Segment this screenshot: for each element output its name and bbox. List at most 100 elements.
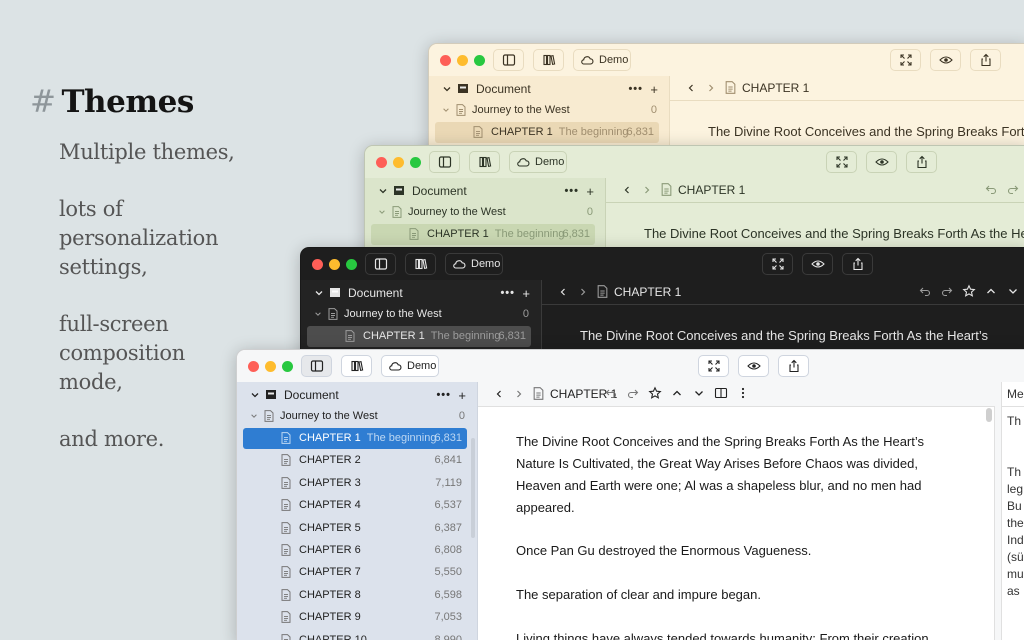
share-button[interactable] bbox=[970, 49, 1001, 71]
back-arrow-icon[interactable] bbox=[622, 185, 632, 195]
book-row[interactable]: Journey to the West 0 bbox=[237, 405, 477, 427]
chapter-row[interactable]: CHAPTER 9 7,053 bbox=[237, 606, 477, 628]
more-button[interactable]: ••• bbox=[500, 287, 515, 299]
preview-button[interactable] bbox=[738, 355, 769, 377]
library-button[interactable] bbox=[405, 253, 436, 275]
chapter-row[interactable]: CHAPTER 1 The beginning 6,831 bbox=[237, 427, 477, 449]
library-button[interactable] bbox=[341, 355, 372, 377]
document-row[interactable]: Document ••• + bbox=[301, 282, 541, 304]
demo-library-button[interactable]: Demo bbox=[573, 49, 631, 71]
document-row[interactable]: Document ••• + bbox=[237, 384, 477, 406]
more-button[interactable]: ••• bbox=[436, 389, 451, 401]
zoom-window-button[interactable] bbox=[410, 157, 421, 168]
expand-icon bbox=[707, 359, 721, 373]
share-button[interactable] bbox=[842, 253, 873, 275]
minimize-window-button[interactable] bbox=[393, 157, 404, 168]
zoom-window-button[interactable] bbox=[282, 361, 293, 372]
add-button[interactable]: + bbox=[458, 388, 466, 403]
fullscreen-button[interactable] bbox=[762, 253, 793, 275]
star-icon[interactable] bbox=[962, 284, 976, 298]
close-window-button[interactable] bbox=[440, 55, 451, 66]
chevron-down-icon[interactable] bbox=[692, 386, 706, 400]
chapter-row[interactable]: CHAPTER 5 6,387 bbox=[237, 517, 477, 539]
forward-arrow-icon[interactable] bbox=[706, 83, 716, 93]
share-button[interactable] bbox=[778, 355, 809, 377]
undo-icon[interactable] bbox=[918, 284, 932, 298]
minimize-window-button[interactable] bbox=[265, 361, 276, 372]
forward-arrow-icon[interactable] bbox=[578, 287, 588, 297]
editor-page[interactable]: The Divine Root Conceives and the Spring… bbox=[478, 406, 995, 640]
close-window-button[interactable] bbox=[312, 259, 323, 270]
page-icon bbox=[661, 183, 672, 196]
chapter-row[interactable]: CHAPTER 1 The beginning 6,831 bbox=[301, 325, 541, 347]
back-arrow-icon[interactable] bbox=[494, 389, 504, 399]
sidebar-toggle-button[interactable] bbox=[493, 49, 524, 71]
fullscreen-button[interactable] bbox=[890, 49, 921, 71]
forward-arrow-icon[interactable] bbox=[514, 389, 524, 399]
book-row[interactable]: Journey to the West 0 bbox=[365, 201, 605, 223]
preview-button[interactable] bbox=[930, 49, 961, 71]
sidebar-scrollbar[interactable] bbox=[471, 438, 475, 538]
back-arrow-icon[interactable] bbox=[558, 287, 568, 297]
chapter-title: CHAPTER 5 bbox=[299, 521, 361, 534]
sidebar-toggle-button[interactable] bbox=[301, 355, 332, 377]
chapter-row[interactable]: CHAPTER 4 6,537 bbox=[237, 494, 477, 516]
document-row[interactable]: Document ••• + bbox=[429, 78, 669, 100]
chevron-down-icon bbox=[378, 208, 386, 216]
chevron-down-icon[interactable] bbox=[1006, 284, 1020, 298]
eye-icon bbox=[875, 155, 889, 169]
more-button[interactable]: ••• bbox=[564, 185, 579, 197]
chapter-row[interactable]: CHAPTER 1 The beginning 6,831 bbox=[429, 121, 669, 143]
chapter-row[interactable]: CHAPTER 2 6,841 bbox=[237, 449, 477, 471]
chapter-row[interactable]: CHAPTER 3 7,119 bbox=[237, 472, 477, 494]
undo-icon[interactable] bbox=[604, 386, 618, 400]
fullscreen-button[interactable] bbox=[826, 151, 857, 173]
redo-icon[interactable] bbox=[940, 284, 954, 298]
demo-library-button[interactable]: Demo bbox=[445, 253, 503, 275]
more-button[interactable]: ••• bbox=[628, 83, 643, 95]
document-row[interactable]: Document ••• + bbox=[365, 180, 605, 202]
chapter-row[interactable]: CHAPTER 10 8,990 bbox=[237, 629, 477, 640]
sidebar-toggle-button[interactable] bbox=[365, 253, 396, 275]
split-view-icon[interactable] bbox=[714, 386, 728, 400]
share-button[interactable] bbox=[906, 151, 937, 173]
minimize-window-button[interactable] bbox=[457, 55, 468, 66]
book-row[interactable]: Journey to the West 0 bbox=[429, 99, 669, 121]
chapter-label: CHAPTER 6 bbox=[299, 544, 361, 556]
sidebar-toggle-button[interactable] bbox=[429, 151, 460, 173]
library-button[interactable] bbox=[533, 49, 564, 71]
preview-button[interactable] bbox=[866, 151, 897, 173]
zoom-window-button[interactable] bbox=[474, 55, 485, 66]
zoom-window-button[interactable] bbox=[346, 259, 357, 270]
fullscreen-button[interactable] bbox=[698, 355, 729, 377]
add-button[interactable]: + bbox=[522, 286, 530, 301]
close-window-button[interactable] bbox=[248, 361, 259, 372]
preview-button[interactable] bbox=[802, 253, 833, 275]
forward-arrow-icon[interactable] bbox=[642, 185, 652, 195]
library-button[interactable] bbox=[469, 151, 500, 173]
close-window-button[interactable] bbox=[376, 157, 387, 168]
chapter-row[interactable]: CHAPTER 7 5,550 bbox=[237, 561, 477, 583]
star-icon[interactable] bbox=[648, 386, 662, 400]
chapter-row[interactable]: CHAPTER 8 6,598 bbox=[237, 584, 477, 606]
book-row[interactable]: Journey to the West 0 bbox=[301, 303, 541, 325]
toolbar-divider bbox=[606, 202, 1024, 203]
add-button[interactable]: + bbox=[586, 184, 594, 199]
more-vertical-icon[interactable] bbox=[736, 386, 750, 400]
chevron-up-icon[interactable] bbox=[670, 386, 684, 400]
chapter-row[interactable]: CHAPTER 6 6,808 bbox=[237, 539, 477, 561]
editor-scrollbar[interactable] bbox=[986, 408, 992, 422]
demo-library-button[interactable]: Demo bbox=[381, 355, 439, 377]
redo-icon[interactable] bbox=[626, 386, 640, 400]
chapter-label: CHAPTER 5 bbox=[299, 522, 361, 534]
panel-text: Th bbox=[1007, 414, 1022, 428]
demo-library-button[interactable]: Demo bbox=[509, 151, 567, 173]
add-button[interactable]: + bbox=[650, 82, 658, 97]
chevron-up-icon[interactable] bbox=[984, 284, 998, 298]
back-arrow-icon[interactable] bbox=[686, 83, 696, 93]
redo-icon[interactable] bbox=[1006, 182, 1020, 196]
chapter-row[interactable]: CHAPTER 1 The beginning 6,831 bbox=[365, 223, 605, 245]
minimize-window-button[interactable] bbox=[329, 259, 340, 270]
book-icon bbox=[328, 308, 338, 320]
undo-icon[interactable] bbox=[984, 182, 998, 196]
